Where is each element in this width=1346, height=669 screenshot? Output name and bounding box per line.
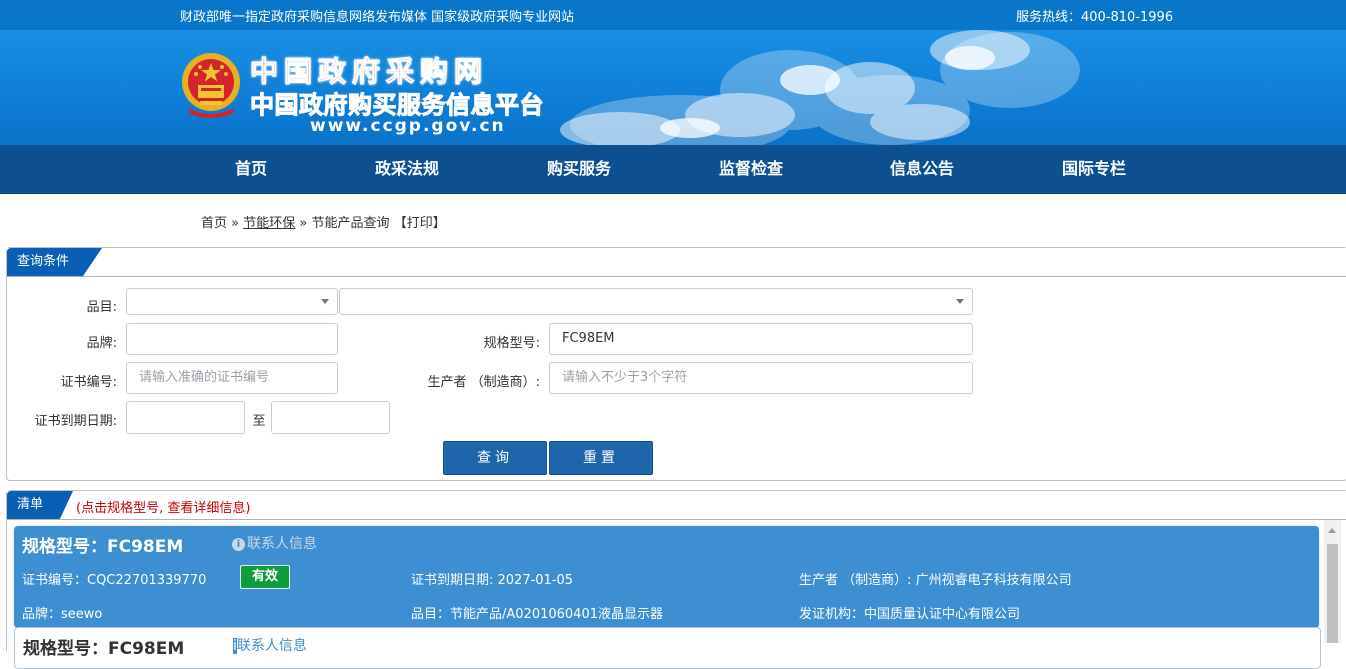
chevron-down-icon: [321, 299, 329, 304]
search-button[interactable]: 查询: [443, 441, 547, 475]
breadcrumb: 首页 » 节能环保 » 节能产品查询 【打印】: [201, 212, 446, 231]
expiry-date-label: 证书到期日期:: [34, 414, 117, 429]
breadcrumb-separator: »: [231, 216, 240, 231]
cert-number-input[interactable]: 请输入准确的证书编号: [126, 362, 338, 394]
result-card: 规格型号：FC98EM i 联系人信息 证书编号：CQC22701339770 有…: [14, 526, 1319, 628]
chevron-down-icon: [956, 299, 964, 304]
site-url: www.ccgp.gov.cn: [310, 116, 506, 136]
status-badge: 有效: [240, 565, 290, 589]
contact-info-label: 联系人信息: [236, 638, 307, 654]
service-hotline: 服务热线：400-810-1996: [1016, 10, 1174, 25]
result-brand: 品牌：seewo: [22, 607, 103, 622]
cert-number-label: 证书编号:: [60, 375, 117, 390]
category-level2-select[interactable]: [339, 288, 973, 315]
expiry-date-from-input[interactable]: [126, 401, 245, 434]
model-label: 规格型号:: [483, 336, 540, 351]
query-panel-header: 查询条件: [7, 248, 1346, 277]
result-list-scrollbar[interactable]: [1324, 520, 1341, 643]
scroll-up-arrow-icon[interactable]: [1328, 528, 1336, 533]
site-banner: 中国政府采购网 中国政府购买服务信息平台 www.ccgp.gov.cn: [0, 30, 1346, 145]
date-range-separator: 至: [252, 414, 266, 429]
cloud-decoration: [560, 30, 1080, 145]
nav-item-supervision[interactable]: 监督检查: [719, 145, 783, 193]
result-manufacturer: 生产者 （制造商）: 广州视睿电子科技有限公司: [799, 573, 1072, 588]
model-input[interactable]: FC98EM: [549, 323, 973, 355]
contact-info-link[interactable]: i联系人信息: [232, 533, 317, 553]
result-model-link[interactable]: 规格型号：FC98EM: [23, 634, 184, 659]
site-slogan: 财政部唯一指定政府采购信息网络发布媒体 国家级政府采购专业网站: [180, 10, 575, 25]
brand-label: 品牌:: [86, 336, 117, 351]
category-level1-select[interactable]: [126, 288, 338, 315]
top-slogan-bar: 财政部唯一指定政府采购信息网络发布媒体 国家级政府采购专业网站 服务热线：400…: [0, 0, 1346, 30]
national-emblem-icon: [182, 53, 240, 118]
contact-info-link[interactable]: i联系人信息: [233, 635, 307, 655]
info-circle-icon: i: [232, 538, 245, 551]
nav-item-announcements[interactable]: 信息公告: [890, 145, 954, 193]
contact-info-label: 联系人信息: [247, 536, 317, 552]
result-expiry-date: 证书到期日期: 2027-01-05: [411, 573, 574, 588]
breadcrumb-separator: »: [299, 216, 308, 231]
manufacturer-input[interactable]: 请输入不少于3个字符: [549, 362, 973, 394]
result-card: 规格型号：FC98EM i联系人信息: [14, 627, 1321, 669]
query-tab: 查询条件: [7, 248, 102, 276]
brand-input[interactable]: [126, 323, 338, 355]
result-category: 品目：节能产品/A0201060401液晶显示器: [411, 607, 663, 622]
result-list-header: 清单 (点击规格型号, 查看详细信息): [7, 491, 1346, 520]
result-issuer: 发证机构：中国质量认证中心有限公司: [799, 607, 1021, 622]
nav-item-purchase-services[interactable]: 购买服务: [547, 145, 611, 193]
breadcrumb-current: 节能产品查询: [311, 216, 390, 231]
main-nav: 首页 政采法规 购买服务 监督检查 信息公告 国际专栏: [0, 145, 1346, 194]
scrollbar-thumb[interactable]: [1327, 544, 1338, 643]
nav-item-home[interactable]: 首页: [235, 145, 267, 193]
reset-button[interactable]: 重置: [549, 441, 653, 475]
site-subtitle: 中国政府购买服务信息平台: [250, 91, 545, 120]
result-model-link[interactable]: 规格型号：FC98EM: [22, 532, 183, 557]
manufacturer-label: 生产者 （制造商）:: [427, 375, 540, 390]
nav-item-regulations[interactable]: 政采法规: [375, 145, 439, 193]
breadcrumb-section-link[interactable]: 节能环保: [243, 216, 295, 231]
nav-item-international[interactable]: 国际专栏: [1062, 145, 1126, 193]
expiry-date-to-input[interactable]: [271, 401, 390, 434]
list-tab: 清单: [7, 491, 73, 519]
print-link[interactable]: 【打印】: [394, 216, 446, 231]
breadcrumb-home[interactable]: 首页: [201, 216, 227, 231]
result-cert-number: 证书编号：CQC22701339770: [22, 573, 207, 588]
site-title: 中国政府采购网: [249, 55, 489, 89]
category-label: 品目:: [86, 300, 117, 315]
query-panel: 查询条件 品目: 品牌: 规格型号: FC98EM 证书编号: 请输入准确的证书…: [6, 247, 1346, 481]
list-hint: (点击规格型号, 查看详细信息): [76, 501, 251, 516]
